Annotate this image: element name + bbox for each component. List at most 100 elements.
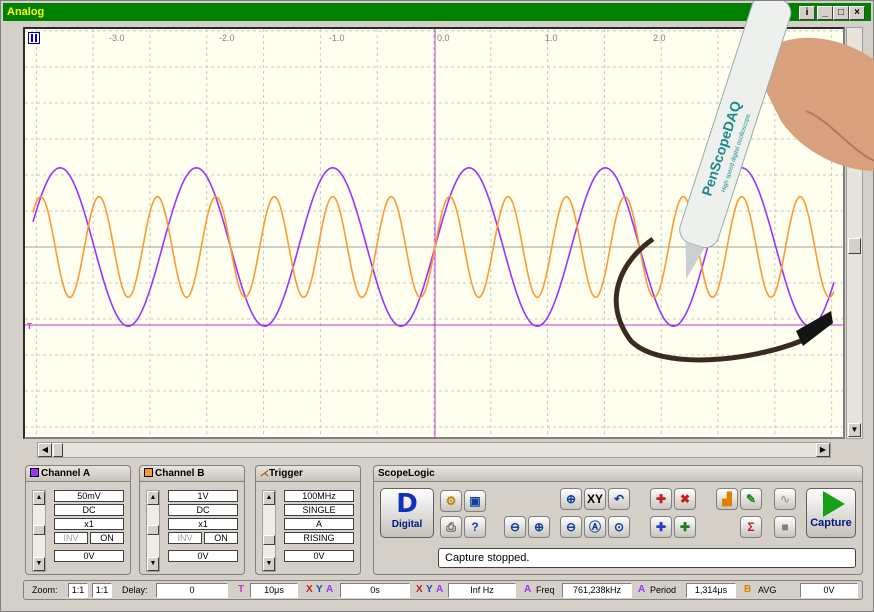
- digital-icon: D: [396, 489, 418, 519]
- signal-icon[interactable]: ∿: [774, 488, 796, 510]
- zoom-xy-icon[interactable]: XY: [584, 488, 606, 510]
- zoom-x-icon[interactable]: ⊕: [528, 516, 550, 538]
- channel-a-on-button[interactable]: ON: [90, 532, 124, 544]
- tools-icon[interactable]: ✎: [740, 488, 762, 510]
- channel-a-probe[interactable]: x1: [54, 518, 124, 530]
- slider-thumb[interactable]: [263, 535, 275, 545]
- zoom-label: Zoom:: [32, 585, 58, 595]
- cursor-x-label: X: [306, 584, 313, 595]
- zoom-y-value[interactable]: 1:1: [92, 583, 112, 598]
- cursor-z-icon[interactable]: ✚: [674, 516, 696, 538]
- zoom-undo-icon[interactable]: ↶: [608, 488, 630, 510]
- delay-label: Delay:: [122, 585, 148, 595]
- zoom-auto-icon[interactable]: Ⓐ: [584, 516, 606, 538]
- channel-a-color-swatch: [30, 468, 39, 477]
- channel-a-volts-div[interactable]: 50mV: [54, 490, 124, 502]
- slider-up-arrow[interactable]: ▲: [33, 491, 45, 505]
- digital-label: Digital: [391, 519, 423, 530]
- save-disk-icon[interactable]: ▣: [464, 490, 486, 512]
- scroll-right-arrow[interactable]: ▶: [816, 443, 830, 457]
- channel-b-header: Channel B: [140, 466, 244, 482]
- time-div-value[interactable]: 10μs: [250, 583, 298, 598]
- scopelogic-panel: ScopeLogic D Digital ⚙ ▣ ⎙ ? ⊕ XY ↶ ⊖ ⊕ …: [373, 465, 863, 575]
- freq-channel-label: A: [524, 584, 532, 595]
- oscilloscope-plot[interactable]: -3.0 -2.0 -1.0 0.0 1.0 2.0 T: [23, 27, 845, 439]
- spectrum-icon[interactable]: ▟: [716, 488, 738, 510]
- zoom-out-icon[interactable]: ⊖: [504, 516, 526, 538]
- cursor-y-label: Y: [426, 584, 433, 595]
- zoom-in-icon[interactable]: ⊕: [560, 488, 582, 510]
- pause-icon[interactable]: [28, 32, 40, 44]
- channel-a-volts-slider[interactable]: ▲ ▼: [32, 490, 46, 572]
- capture-label: Capture: [810, 517, 852, 529]
- channel-b-volts-slider[interactable]: ▲ ▼: [146, 490, 160, 572]
- trigger-edge[interactable]: RISING: [284, 532, 354, 544]
- channel-a-offset[interactable]: 0V: [54, 550, 124, 562]
- channel-b-volts-div[interactable]: 1V: [168, 490, 238, 502]
- cursor-t-icon[interactable]: ✚: [650, 488, 672, 510]
- cursor-a-label: A: [436, 584, 444, 595]
- info-button[interactable]: i: [799, 6, 815, 20]
- slider-up-arrow[interactable]: ▲: [263, 491, 275, 505]
- channel-a-coupling[interactable]: DC: [54, 504, 124, 516]
- channel-b-invert-button[interactable]: INV: [168, 532, 202, 544]
- slider-up-arrow[interactable]: ▲: [147, 491, 159, 505]
- avg-channel-label: B: [744, 584, 752, 595]
- zoom-y-icon[interactable]: ⊖: [560, 516, 582, 538]
- frequency-value: 761,238kHz: [562, 583, 632, 598]
- settings-gear-icon[interactable]: ⚙: [440, 490, 462, 512]
- print-icon[interactable]: ⎙: [440, 516, 462, 538]
- cursor-y-icon[interactable]: ✚: [650, 516, 672, 538]
- x-tick-label: -2.0: [219, 33, 235, 43]
- slider-thumb[interactable]: [33, 525, 45, 535]
- channel-a-title: Channel A: [41, 468, 91, 479]
- time-cursor-label: T: [238, 584, 245, 595]
- play-icon: [823, 491, 845, 517]
- sigma-icon[interactable]: Σ: [740, 516, 762, 538]
- x-tick-label: 2.0: [653, 33, 666, 43]
- zoom-x-value[interactable]: 1:1: [68, 583, 88, 598]
- x-tick-label: -3.0: [109, 33, 125, 43]
- trigger-header: ⋌Trigger: [256, 466, 360, 482]
- slider-down-arrow[interactable]: ▼: [33, 557, 45, 571]
- avg-value: 0V: [800, 583, 858, 598]
- period-channel-label: A: [638, 584, 646, 595]
- scopelogic-header: ScopeLogic: [374, 466, 862, 482]
- trigger-level-slider[interactable]: ▲ ▼: [262, 490, 276, 572]
- delay-value[interactable]: 0: [156, 583, 228, 598]
- scroll-down-arrow[interactable]: ▼: [848, 423, 861, 437]
- trigger-source[interactable]: A: [284, 518, 354, 530]
- zoom-reset-icon[interactable]: ⊙: [608, 516, 630, 538]
- inverse-delta-value: Inf Hz: [448, 583, 516, 598]
- channel-a-header: Channel A: [26, 466, 130, 482]
- slider-down-arrow[interactable]: ▼: [147, 557, 159, 571]
- trigger-bandwidth[interactable]: 100MHz: [284, 490, 354, 502]
- vertical-scroll-thumb[interactable]: [848, 238, 861, 254]
- maximize-button[interactable]: □: [833, 6, 849, 20]
- trigger-level[interactable]: 0V: [284, 550, 354, 562]
- vertical-scrollbar[interactable]: ▼: [846, 27, 863, 439]
- horizontal-scrollbar[interactable]: ◀ ▶: [37, 442, 831, 458]
- avg-label: AVG: [758, 585, 777, 595]
- capture-button[interactable]: Capture: [806, 488, 856, 538]
- trigger-level-marker[interactable]: T: [27, 322, 32, 331]
- channel-b-offset[interactable]: 0V: [168, 550, 238, 562]
- cursor-x-icon[interactable]: ✖: [674, 488, 696, 510]
- channel-b-coupling[interactable]: DC: [168, 504, 238, 516]
- slider-down-arrow[interactable]: ▼: [263, 557, 275, 571]
- scroll-left-arrow[interactable]: ◀: [38, 443, 52, 457]
- horizontal-scroll-thumb[interactable]: [53, 443, 63, 457]
- channel-a-invert-button[interactable]: INV: [54, 532, 88, 544]
- channel-b-probe[interactable]: x1: [168, 518, 238, 530]
- status-message: Capture stopped.: [438, 548, 856, 568]
- close-button[interactable]: ×: [849, 6, 865, 20]
- help-icon[interactable]: ?: [464, 516, 486, 538]
- slider-thumb[interactable]: [147, 525, 159, 535]
- digital-button[interactable]: D Digital: [380, 488, 434, 538]
- trigger-mode[interactable]: SINGLE: [284, 504, 354, 516]
- stop-icon[interactable]: ■: [774, 516, 796, 538]
- minimize-button[interactable]: _: [817, 6, 833, 20]
- channel-b-panel: Channel B ▲ ▼ 1V DC x1 INV ON 0V: [139, 465, 245, 575]
- x-tick-label: 0.0: [437, 33, 450, 43]
- channel-b-on-button[interactable]: ON: [204, 532, 238, 544]
